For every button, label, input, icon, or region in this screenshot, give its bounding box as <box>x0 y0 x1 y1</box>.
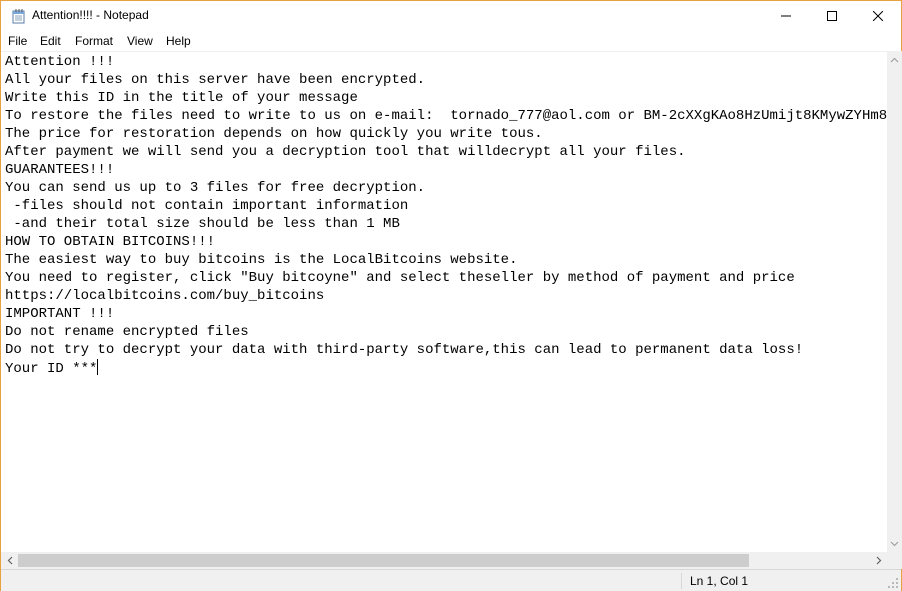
text-line: -files should not contain important info… <box>5 198 409 214</box>
vertical-scrollbar[interactable] <box>887 51 902 552</box>
text-line: HOW TO OBTAIN BITCOINS!!! <box>5 234 216 250</box>
cursor-position: Ln 1, Col 1 <box>690 574 749 588</box>
scrollbar-corner <box>887 552 902 569</box>
scroll-down-button[interactable] <box>887 535 902 552</box>
resize-grip-icon[interactable] <box>887 577 899 589</box>
chevron-down-icon <box>890 541 899 546</box>
menu-edit[interactable]: Edit <box>40 34 61 48</box>
scroll-right-button[interactable] <box>870 552 887 569</box>
horizontal-scroll-thumb[interactable] <box>18 554 749 567</box>
chevron-up-icon <box>890 57 899 62</box>
horizontal-scrollbar[interactable] <box>1 552 887 569</box>
chevron-right-icon <box>876 556 881 565</box>
status-divider <box>681 573 682 589</box>
text-line: You can send us up to 3 files for free d… <box>5 180 426 196</box>
close-button[interactable] <box>855 1 901 31</box>
menu-file[interactable]: File <box>8 34 27 48</box>
text-line: You need to register, click "Buy bitcoyn… <box>5 270 795 286</box>
text-line: GUARANTEES!!! <box>5 162 115 178</box>
chevron-left-icon <box>7 556 12 565</box>
notepad-window: Attention!!!! - Notepad File Edit Format… <box>0 0 902 591</box>
maximize-button[interactable] <box>809 1 855 31</box>
menu-bar: File Edit Format View Help <box>1 32 901 51</box>
text-line: Do not rename encrypted files <box>5 324 249 340</box>
text-line: After payment we will send you a decrypt… <box>5 144 686 160</box>
text-line: The easiest way to buy bitcoins is the L… <box>5 252 518 268</box>
text-line: Write this ID in the title of your messa… <box>5 90 358 106</box>
minimize-button[interactable] <box>763 1 809 31</box>
title-bar[interactable]: Attention!!!! - Notepad <box>1 1 901 31</box>
menu-help[interactable]: Help <box>166 34 191 48</box>
menu-view[interactable]: View <box>127 34 153 48</box>
text-caret <box>97 359 99 375</box>
scroll-up-button[interactable] <box>887 51 902 68</box>
minimize-icon <box>781 15 791 17</box>
text-line: https://localbitcoins.com/buy_bitcoins <box>5 288 325 304</box>
status-bar: Ln 1, Col 1 <box>1 569 901 591</box>
notepad-icon <box>11 8 27 24</box>
window-title: Attention!!!! - Notepad <box>32 8 149 22</box>
text-line: Attention !!! <box>5 54 115 70</box>
text-line: Do not try to decrypt your data with thi… <box>5 342 804 358</box>
text-line: All your files on this server have been … <box>5 72 426 88</box>
text-line: To restore the files need to write to us… <box>5 108 887 124</box>
text-line-content: Your ID *** <box>5 361 98 377</box>
text-line: -and their total size should be less tha… <box>5 216 400 232</box>
close-icon <box>873 11 883 21</box>
text-line: The price for restoration depends on how… <box>5 126 543 142</box>
text-editor[interactable]: Attention !!! All your files on this ser… <box>1 51 887 552</box>
text-line: IMPORTANT !!! <box>5 306 115 322</box>
menu-format[interactable]: Format <box>75 34 113 48</box>
maximize-icon <box>827 11 837 21</box>
scroll-left-button[interactable] <box>1 552 18 569</box>
text-line-last: Your ID *** <box>5 359 99 377</box>
